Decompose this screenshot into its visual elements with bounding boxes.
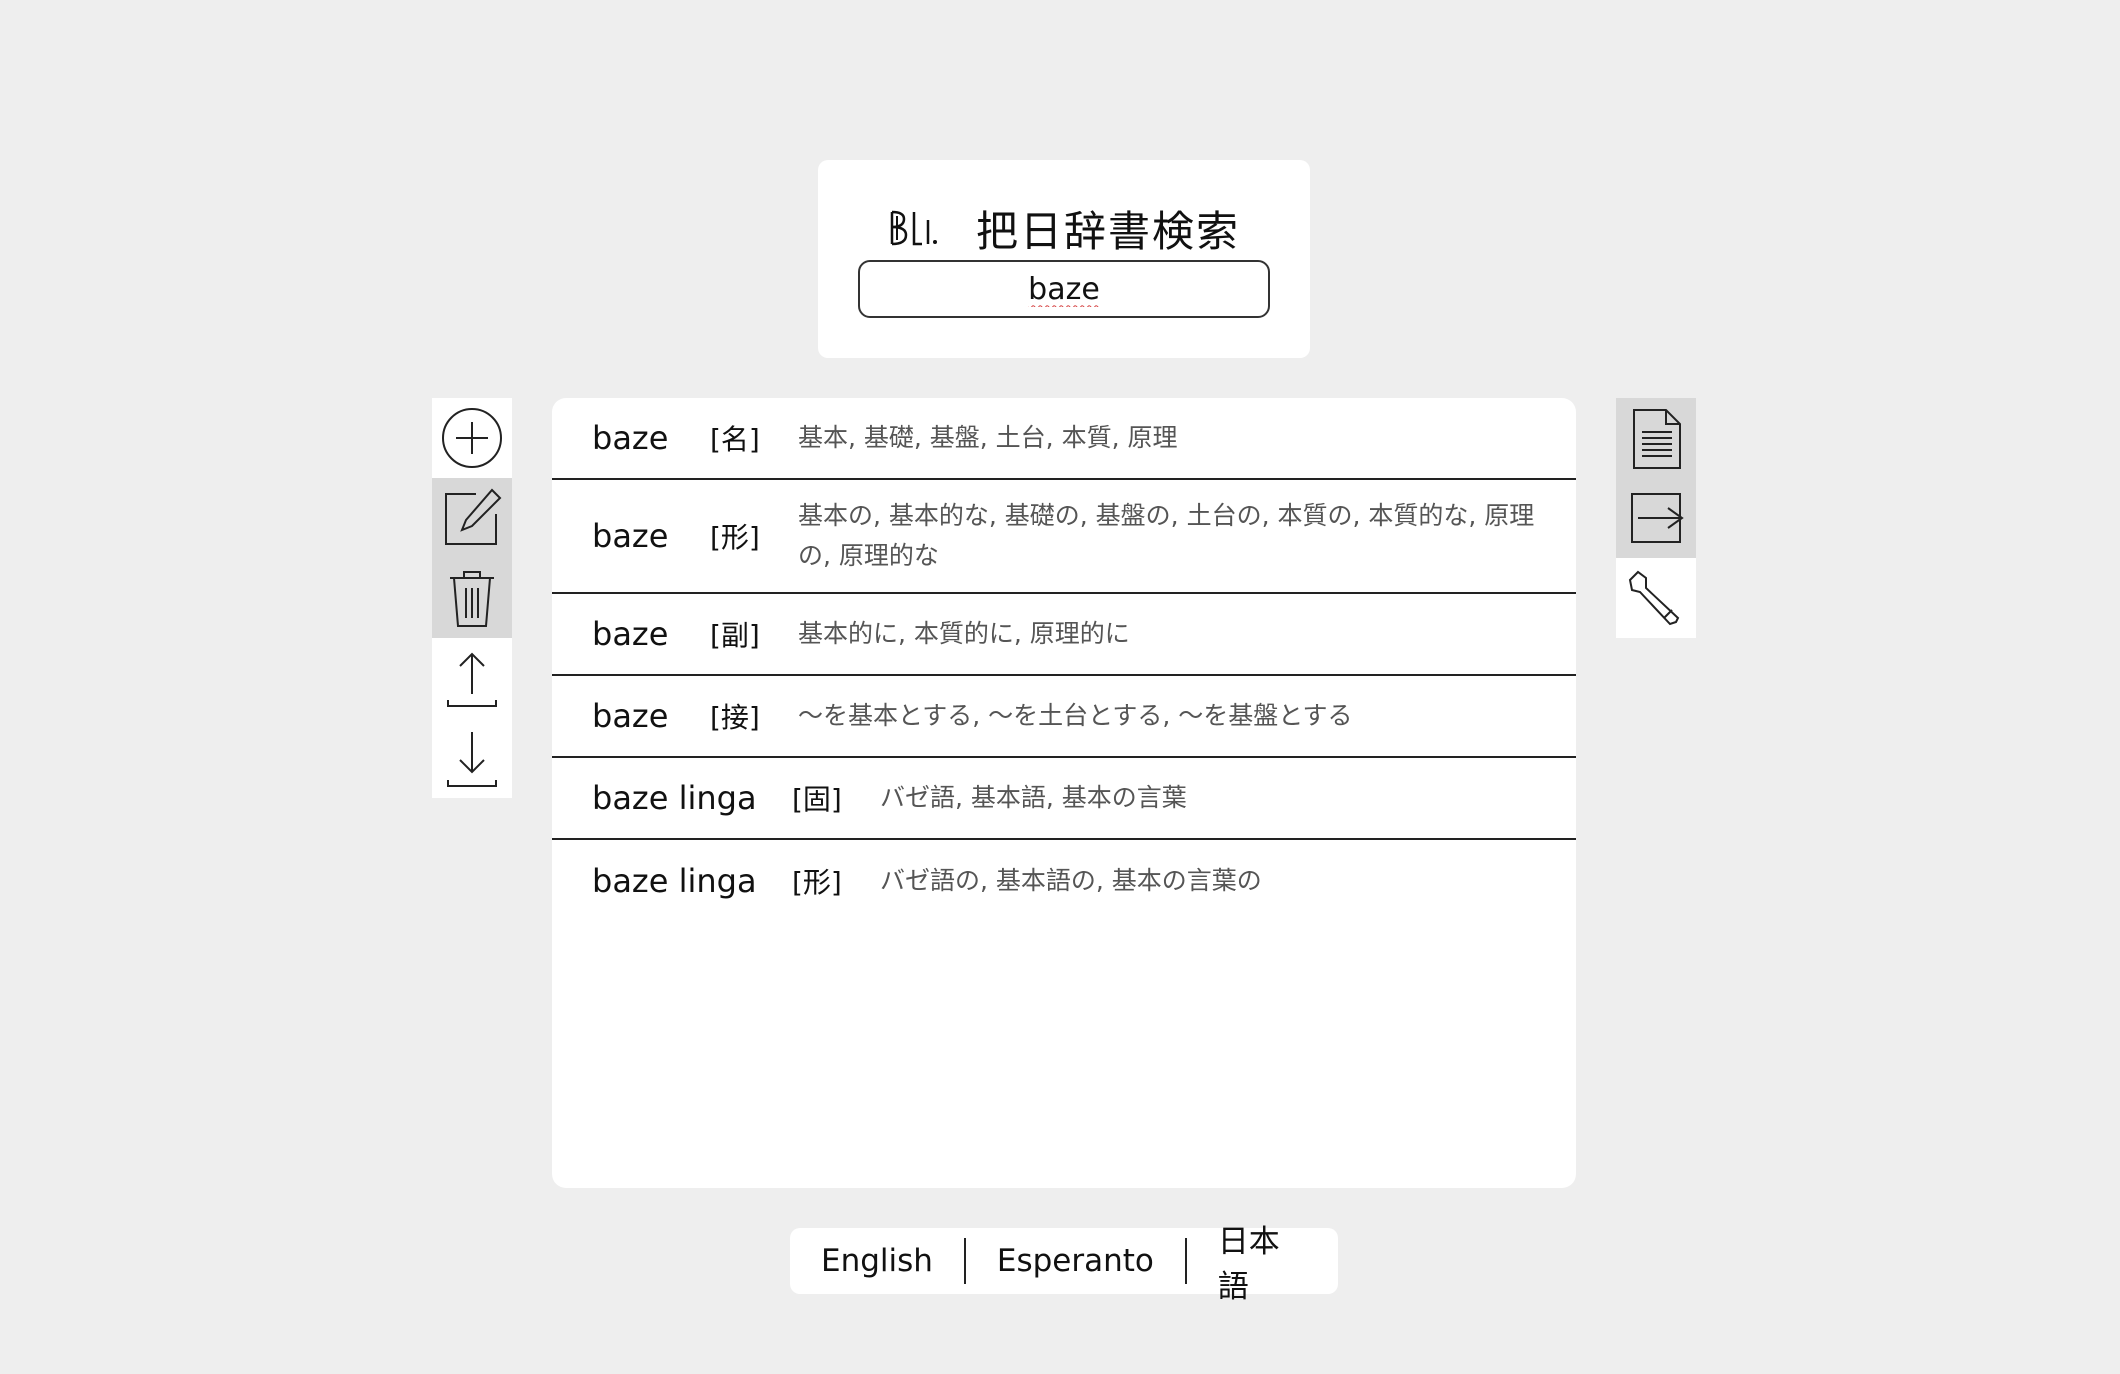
app-title: 把日辞書検索 <box>975 206 1240 256</box>
right-toolbar <box>1616 398 1696 638</box>
part-of-speech: [副] <box>710 619 760 652</box>
part-of-speech: [固] <box>792 783 842 816</box>
export-download-button[interactable] <box>432 718 512 798</box>
result-word: baze <box>592 517 669 555</box>
upload-icon <box>447 652 497 707</box>
language-option[interactable]: English <box>790 1243 964 1279</box>
result-word: baze linga <box>592 779 757 817</box>
result-row[interactable]: baze [接] 〜を基本とする, 〜を土台とする, 〜を基盤とする <box>552 676 1576 758</box>
delete-button[interactable] <box>432 558 512 638</box>
result-row[interactable]: baze [名] 基本, 基礎, 基盤, 土台, 本質, 原理 <box>552 398 1576 480</box>
part-of-speech: [形] <box>710 521 760 554</box>
search-input[interactable] <box>858 260 1270 318</box>
result-row[interactable]: baze linga [固] バゼ語, 基本語, 基本の言葉 <box>552 758 1576 840</box>
trash-icon <box>450 571 494 627</box>
left-toolbar <box>432 398 512 798</box>
settings-button[interactable] <box>1616 558 1696 638</box>
result-word: baze <box>592 419 669 457</box>
result-word: baze linga <box>592 862 757 900</box>
edit-button[interactable] <box>432 478 512 558</box>
document-icon <box>1633 409 1681 469</box>
plus-circle-icon <box>442 408 502 468</box>
result-row[interactable]: baze [副] 基本的に, 本質的に, 原理的に <box>552 594 1576 676</box>
edit-icon <box>445 488 502 545</box>
result-row[interactable]: baze [形] 基本の, 基本的な, 基礎の, 基盤の, 土台の, 本質の, 本質… <box>552 480 1576 594</box>
part-of-speech: [形] <box>792 866 842 899</box>
result-row[interactable]: baze linga [形] バゼ語の, 基本語の, 基本の言葉の <box>552 840 1576 922</box>
result-gloss: 〜を基本とする, 〜を土台とする, 〜を基盤とする <box>798 701 1353 730</box>
part-of-speech: [名] <box>710 423 760 456</box>
download-icon <box>447 732 497 787</box>
add-button[interactable] <box>432 398 512 478</box>
search-header: 把日辞書検索 <box>818 160 1310 358</box>
result-word: baze <box>592 615 669 653</box>
import-button[interactable] <box>432 638 512 718</box>
result-word: baze <box>592 697 669 735</box>
language-option[interactable]: 日本語 <box>1187 1216 1338 1306</box>
document-button[interactable] <box>1616 398 1696 478</box>
result-gloss: 基本的に, 本質的に, 原理的に <box>798 619 1130 648</box>
share-button[interactable] <box>1616 478 1696 558</box>
result-gloss: 基本, 基礎, 基盤, 土台, 本質, 原理 <box>798 423 1178 452</box>
logo-row: 把日辞書検索 <box>818 196 1310 260</box>
result-gloss: バゼ語, 基本語, 基本の言葉 <box>880 783 1187 812</box>
export-icon <box>1631 493 1684 543</box>
wrench-icon <box>1628 570 1680 626</box>
language-option[interactable]: Esperanto <box>966 1243 1185 1279</box>
app-logo-icon <box>890 210 937 246</box>
result-gloss: 基本の, 基本的な, 基礎の, 基盤の, 土台の, 本質の, 本質的な, 原理の… <box>798 501 1535 570</box>
result-gloss: バゼ語の, 基本語の, 基本の言葉の <box>880 866 1262 895</box>
language-switcher: English Esperanto 日本語 <box>790 1224 1338 1305</box>
part-of-speech: [接] <box>710 701 760 734</box>
results-list: baze [名] 基本, 基礎, 基盤, 土台, 本質, 原理 baze [形] 基本の,… <box>552 398 1576 1188</box>
